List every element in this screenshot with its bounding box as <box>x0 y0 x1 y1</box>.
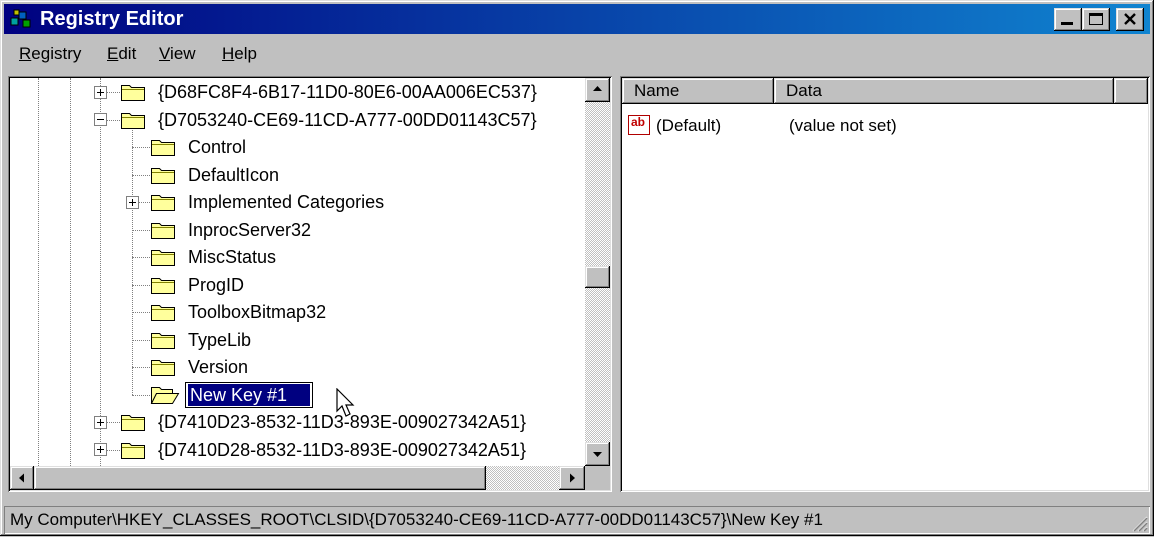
scroll-up-button[interactable] <box>585 78 610 102</box>
folder-icon <box>120 412 146 437</box>
expand-plus-icon[interactable] <box>94 85 107 99</box>
tree-item[interactable]: InprocServer32 <box>10 216 585 244</box>
close-button[interactable] <box>1116 8 1144 31</box>
close-icon <box>1123 13 1137 26</box>
tree-item[interactable]: New Key #1 <box>10 381 585 409</box>
column-header-data[interactable]: Data <box>774 78 1114 104</box>
scroll-thumb-vertical[interactable] <box>585 266 610 288</box>
tree-item[interactable]: DefaultIcon <box>10 161 585 189</box>
menu-view[interactable]: View <box>159 43 196 65</box>
title-bar[interactable]: Registry Editor <box>4 4 1150 34</box>
minimize-button[interactable] <box>1054 8 1082 31</box>
tree-item[interactable]: TypeLib <box>10 326 585 354</box>
folder-icon <box>120 110 146 135</box>
key-tree[interactable]: {D68FC8F4-6B17-11D0-80E6-00AA006EC537} {D… <box>10 78 585 466</box>
tree-item-label: {D7053240-CE69-11CD-A777-00DD01143C57} <box>158 109 537 130</box>
folder-icon <box>120 440 146 465</box>
resize-grip-icon[interactable] <box>1130 514 1148 532</box>
tree-item-label: Version <box>188 357 249 378</box>
scroll-left-button[interactable] <box>10 466 34 490</box>
tree-item-label: Implemented Categories <box>188 192 385 213</box>
status-bar: My Computer\HKEY_CLASSES_ROOT\CLSID\{D70… <box>4 506 1150 534</box>
tree-item-label: TypeLib <box>188 329 252 350</box>
minimize-icon <box>1061 22 1073 25</box>
maximize-icon <box>1089 13 1103 25</box>
string-value-icon-text: ab <box>631 115 646 129</box>
menu-edit[interactable]: Edit <box>107 43 136 65</box>
scrollbar-corner <box>585 466 610 490</box>
tree-item[interactable]: {D7053240-CE69-11CD-A777-00DD01143C57} <box>10 106 585 134</box>
folder-icon <box>150 165 176 190</box>
expand-plus-icon[interactable] <box>94 415 107 429</box>
tree-item[interactable]: Implemented Categories <box>10 188 585 216</box>
scroll-thumb-horizontal[interactable] <box>34 466 486 490</box>
mouse-cursor-icon <box>336 387 358 420</box>
folder-icon <box>150 357 176 382</box>
tree-vertical-scrollbar[interactable] <box>585 78 610 466</box>
folder-icon <box>150 275 176 300</box>
column-header-filler <box>1114 78 1148 104</box>
value-name: (Default) <box>656 116 722 135</box>
tree-item[interactable]: MiscStatus <box>10 243 585 271</box>
tree-item-label: ProgID <box>188 274 245 295</box>
maximize-button[interactable] <box>1082 8 1110 31</box>
rename-key-selected-text: New Key #1 <box>188 383 310 406</box>
scroll-down-button[interactable] <box>585 442 610 466</box>
menu-registry[interactable]: Registry <box>19 43 81 65</box>
tree-item-label: Control <box>188 137 247 158</box>
tree-item[interactable]: {D68FC8F4-6B17-11D0-80E6-00AA006EC537} <box>10 78 585 106</box>
expand-plus-icon[interactable] <box>94 443 107 456</box>
rename-key-input[interactable]: New Key #1 <box>185 381 313 408</box>
tree-horizontal-scrollbar[interactable] <box>10 466 585 490</box>
tree-item-label: ToolboxBitmap32 <box>188 302 327 323</box>
folder-icon <box>150 330 176 355</box>
tree-item[interactable]: {D7410D23-8532-11D3-893E-009027342A51} <box>10 408 585 436</box>
folder-icon <box>150 247 176 272</box>
column-header-name[interactable]: Name <box>622 78 774 104</box>
registry-editor-icon <box>9 8 33 30</box>
folder-icon <box>150 137 176 162</box>
folder-icon <box>150 220 176 245</box>
expand-plus-icon[interactable] <box>126 195 139 209</box>
value-data: (value not set) <box>789 116 897 135</box>
tree-item-label: {D68FC8F4-6B17-11D0-80E6-00AA006EC537} <box>158 82 537 103</box>
tree-item[interactable]: ProgID <box>10 271 585 299</box>
tree-item-label: {D7410D28-8532-11D3-893E-009027342A51} <box>158 439 526 460</box>
string-value-icon: ab <box>628 115 650 135</box>
tree-item-label: DefaultIcon <box>188 164 280 185</box>
tree-item[interactable]: Control <box>10 133 585 161</box>
folder-icon <box>120 82 146 107</box>
menu-bar: Registry Edit View Help <box>4 36 1150 70</box>
folder-open-icon <box>150 385 180 410</box>
scroll-right-button[interactable] <box>559 466 585 490</box>
tree-item-label: InprocServer32 <box>188 219 312 240</box>
tree-item[interactable]: ToolboxBitmap32 <box>10 298 585 326</box>
window-title: Registry Editor <box>40 8 184 30</box>
folder-icon <box>150 192 176 217</box>
tree-item-label: MiscStatus <box>188 247 277 268</box>
collapse-minus-icon[interactable] <box>94 113 107 126</box>
folder-icon <box>150 302 176 327</box>
status-path: My Computer\HKEY_CLASSES_ROOT\CLSID\{D70… <box>10 510 823 529</box>
tree-item[interactable]: Version <box>10 353 585 381</box>
tree-item[interactable]: {D7410D28-8532-11D3-893E-009027342A51} <box>10 436 585 464</box>
menu-help[interactable]: Help <box>222 43 257 65</box>
